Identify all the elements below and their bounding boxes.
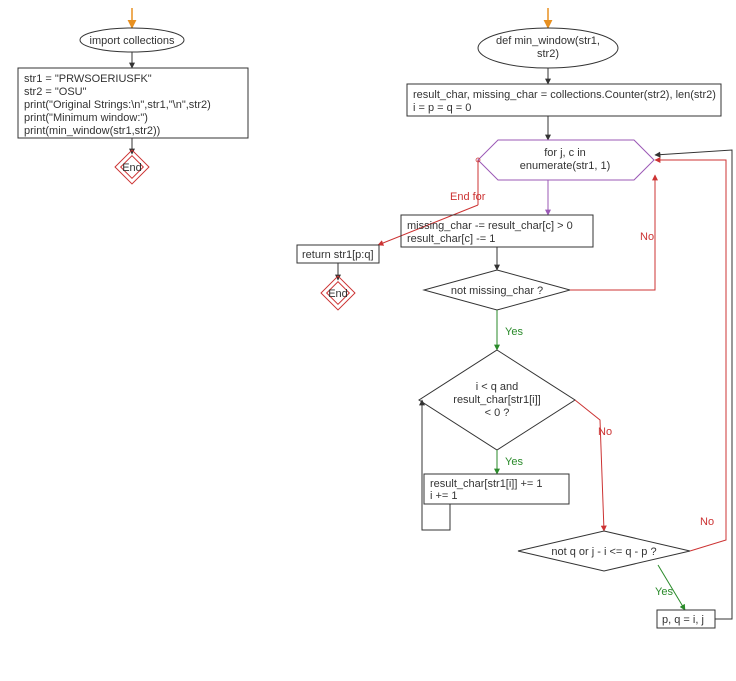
assign-node: p, q = i, j (657, 610, 715, 628)
svg-text:print("Minimum window:"): print("Minimum window:") (24, 112, 148, 124)
svg-text:result_char, missing_char = co: result_char, missing_char = collections.… (413, 89, 716, 101)
svg-text:i < q and: i < q and (476, 381, 519, 393)
left-body-node: str1 = "PRWSOERIUSFK" str2 = "OSU" print… (18, 68, 248, 138)
cond-inner-node: i < q and result_char[str1[i]] < 0 ? (419, 350, 575, 450)
svg-text:str1 = "PRWSOERIUSFK": str1 = "PRWSOERIUSFK" (24, 73, 152, 85)
svg-text:def min_window(str1,: def min_window(str1, (496, 35, 600, 47)
right-end-node: End (321, 276, 355, 310)
init-node: result_char, missing_char = collections.… (407, 84, 721, 116)
svg-text:No: No (700, 516, 714, 528)
return-node: return str1[p:q] (297, 245, 379, 263)
svg-text:missing_char -= result_char[c]: missing_char -= result_char[c] > 0 (407, 220, 573, 232)
svg-text:result_char[str1[i]]: result_char[str1[i]] (453, 394, 540, 406)
svg-text:< 0 ?: < 0 ? (485, 407, 510, 419)
svg-text:i += 1: i += 1 (430, 490, 458, 502)
svg-text:End: End (122, 162, 142, 174)
loop-body-node: missing_char -= result_char[c] > 0 resul… (401, 215, 593, 247)
svg-text:Yes: Yes (655, 586, 673, 598)
svg-text:str2): str2) (537, 48, 559, 60)
svg-text:Yes: Yes (505, 326, 523, 338)
inc-node: result_char[str1[i]] += 1 i += 1 (424, 474, 569, 504)
svg-text:print(min_window(str1,str2)): print(min_window(str1,str2)) (24, 125, 160, 137)
svg-text:No: No (598, 426, 612, 438)
svg-text:not q or j - i <= q - p ?: not q or j - i <= q - p ? (551, 546, 656, 558)
left-import-node: import collections (80, 28, 184, 52)
def-min-window-node: def min_window(str1, str2) (478, 28, 618, 68)
svg-text:i = p = q = 0: i = p = q = 0 (413, 102, 471, 114)
cond-q-node: not q or j - i <= q - p ? (518, 531, 690, 571)
cond-missing-char-node: not missing_char ? (424, 270, 570, 310)
svg-text:not missing_char ?: not missing_char ? (451, 285, 543, 297)
svg-text:enumerate(str1, 1): enumerate(str1, 1) (520, 160, 610, 172)
svg-text:p, q = i, j: p, q = i, j (662, 614, 704, 626)
left-import-text: import collections (90, 35, 175, 47)
svg-text:Yes: Yes (505, 456, 523, 468)
svg-text:result_char[str1[i]] += 1: result_char[str1[i]] += 1 (430, 478, 543, 490)
svg-text:result_char[c] -= 1: result_char[c] -= 1 (407, 233, 495, 245)
svg-text:No: No (640, 231, 654, 243)
svg-text:return str1[p:q]: return str1[p:q] (302, 249, 374, 261)
left-end-node: End (115, 150, 149, 184)
svg-text:str2 = "OSU": str2 = "OSU" (24, 86, 87, 98)
end-for-label: End for (450, 191, 486, 203)
svg-text:print("Original Strings:\n",st: print("Original Strings:\n",str1,"\n",st… (24, 99, 211, 111)
for-loop-node: for j, c in enumerate(str1, 1) (478, 140, 654, 180)
svg-text:End: End (328, 288, 348, 300)
svg-text:for j, c in: for j, c in (544, 147, 586, 159)
